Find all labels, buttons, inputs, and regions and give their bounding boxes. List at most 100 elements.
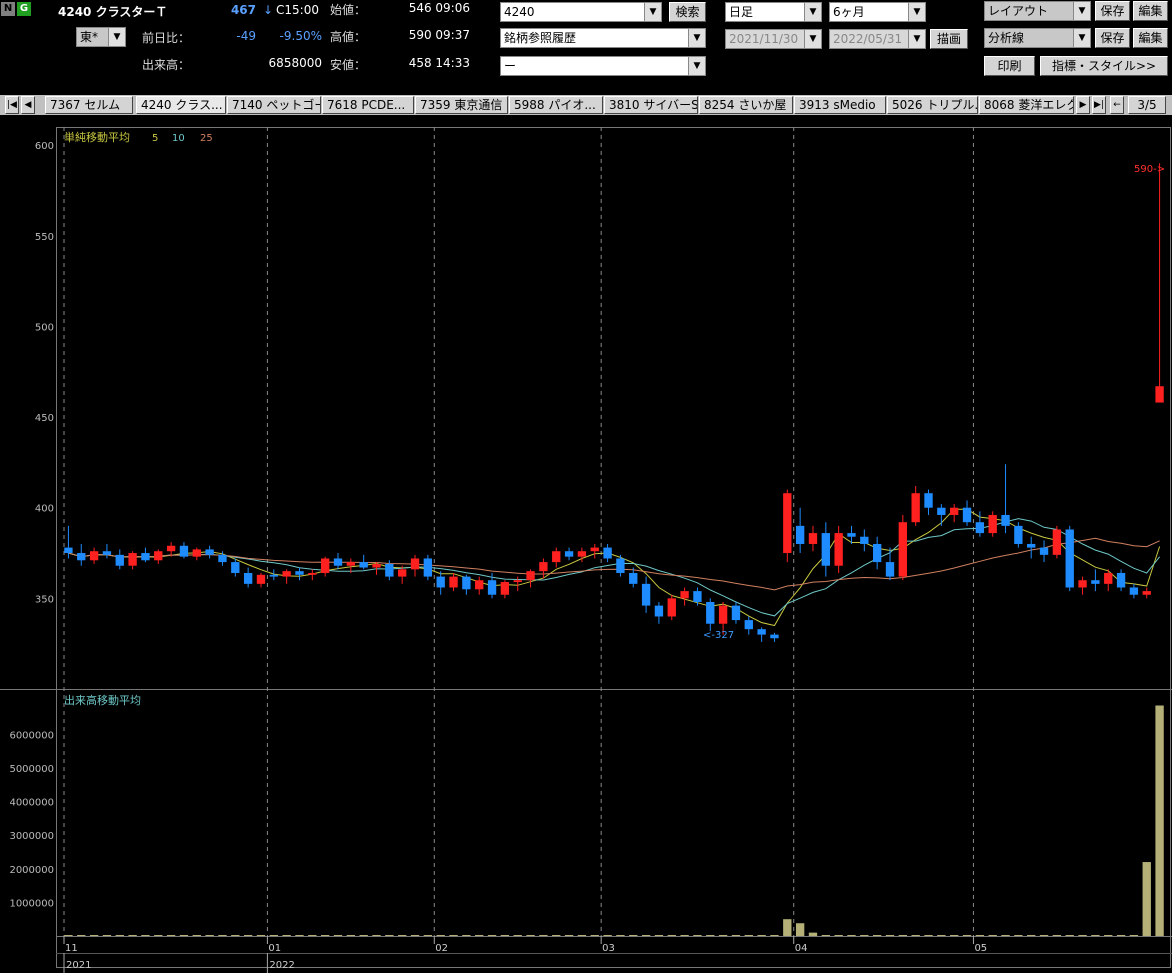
volume-tick-label: 2000000 — [9, 865, 54, 876]
candle-body — [243, 572, 253, 584]
prev-tab-icon[interactable]: ◀ — [21, 96, 35, 114]
volume-tick-label: 1000000 — [9, 898, 54, 909]
candle-body — [706, 601, 715, 624]
candle-body — [680, 591, 689, 599]
volume-bar — [731, 935, 741, 936]
end-date-value: 2022/05/31 — [833, 32, 903, 46]
candle-body — [282, 571, 291, 577]
change-value: -49 — [236, 29, 256, 43]
volume-bar — [462, 935, 471, 936]
first-tab-icon[interactable]: |◀ — [5, 96, 19, 114]
draw-button[interactable]: 描画 — [930, 29, 968, 49]
candle-body — [693, 591, 702, 602]
volume-bar — [359, 935, 368, 936]
chart-legends: 単純移動平均 5 10 25 出来高移動平均 590-> <-327 — [64, 130, 1165, 707]
g-badge[interactable]: G — [17, 2, 31, 16]
tab-5[interactable]: 5988 パイオ... — [509, 96, 603, 114]
volume-legend-label: 出来高移動平均 — [64, 693, 141, 707]
price-arrow-icon: ↓ — [263, 3, 274, 17]
price-chart[interactable]: 600 550 500 450 400 350 6000000 5000000 4000000… — [0, 124, 1172, 973]
low-marker: <-327 — [703, 630, 734, 641]
volume-bar — [1065, 935, 1074, 936]
symbol-title: 4240 クラスターＴ — [58, 5, 168, 19]
candle-body — [423, 558, 433, 577]
candle-body — [333, 558, 343, 566]
candle-body — [89, 551, 99, 561]
volume-tick-label: 3000000 — [9, 831, 54, 842]
last-tab-icon[interactable]: ▶| — [1092, 96, 1106, 114]
volume-bar — [256, 935, 266, 936]
history-select[interactable]: 銘柄参照履歴 ▼ — [500, 28, 706, 48]
candle-body — [385, 563, 394, 577]
tab-7[interactable]: 8254 さいか屋 — [699, 96, 793, 114]
range-select[interactable]: 6ヶ月 ▼ — [829, 2, 926, 22]
candle-body — [256, 574, 266, 584]
analysis-save-button[interactable]: 保存 — [1095, 28, 1130, 48]
tab-3[interactable]: 7618 PCDE... — [322, 96, 414, 114]
volume-bar — [1129, 935, 1139, 936]
tab-4[interactable]: 7359 東京通信 — [415, 96, 508, 114]
candle-body — [654, 605, 664, 617]
interval-select-value: 日足 — [729, 5, 754, 19]
tab-0[interactable]: 7367 セルム — [45, 96, 133, 114]
analysis-select[interactable]: 分析線 ▼ — [984, 28, 1091, 48]
candle-body — [475, 580, 484, 590]
tab-10[interactable]: 8068 菱洋エレク — [979, 96, 1074, 114]
code-input[interactable]: 4240 ▼ — [500, 2, 662, 22]
tab-1[interactable]: 4240 クラス... — [136, 96, 226, 114]
volume-bar — [718, 935, 728, 936]
change-pct: -9.50% — [279, 29, 322, 43]
layout-edit-button[interactable]: 編集 — [1133, 1, 1168, 21]
interval-select[interactable]: 日足 ▼ — [725, 2, 822, 22]
search-button[interactable]: 検索 — [669, 2, 706, 22]
indicator-style-button[interactable]: 指標・スタイル>> — [1040, 56, 1168, 76]
tab-2[interactable]: 7140 ペットゴー — [227, 96, 321, 114]
candle-body — [988, 514, 997, 534]
candle-body — [898, 522, 908, 577]
volume-bar — [667, 935, 676, 936]
market-select[interactable]: 東* ▼ — [76, 27, 126, 47]
candle-body — [1116, 572, 1126, 588]
volume-bar — [1052, 935, 1062, 936]
layout-save-button[interactable]: 保存 — [1095, 1, 1130, 21]
volume-bar — [539, 935, 548, 936]
candle-body — [154, 551, 163, 561]
sub-select[interactable]: ー ▼ — [500, 56, 706, 76]
volume-bar — [526, 935, 535, 936]
candle-body — [564, 551, 574, 557]
tab-8[interactable]: 3913 sMedio — [794, 96, 886, 114]
price-tick-label: 350 — [35, 594, 54, 605]
volume-bar — [821, 935, 830, 936]
volume-bar — [282, 935, 291, 936]
month-label: 02 — [435, 943, 448, 954]
candle-body — [1104, 572, 1113, 584]
market-select-value: 東* — [80, 30, 99, 44]
candle-body — [141, 553, 150, 561]
analysis-edit-button[interactable]: 編集 — [1133, 28, 1168, 48]
volume-bar — [1039, 935, 1049, 936]
next-tab-icon[interactable]: ▶ — [1076, 96, 1090, 114]
candle-body — [231, 562, 240, 573]
start-date-input[interactable]: 2021/11/30 ▼ — [725, 29, 822, 49]
candle-body — [1052, 529, 1062, 555]
layout-select[interactable]: レイアウト ▼ — [984, 1, 1091, 21]
volume-bar — [398, 935, 407, 936]
volume-bar — [205, 935, 214, 936]
candle-body — [847, 533, 856, 537]
symbol-tab-bar: |◀ ◀ 7367 セルム 4240 クラス... 7140 ペットゴー 761… — [0, 95, 1172, 115]
candle-body — [372, 563, 381, 568]
low-label: 安値： — [330, 58, 367, 72]
volume-bar — [1078, 935, 1087, 936]
candle-body — [1091, 580, 1100, 584]
candle-body — [962, 507, 972, 523]
candle-body — [1155, 386, 1164, 403]
tab-6[interactable]: 3810 サイバーS — [604, 96, 698, 114]
print-button[interactable]: 印刷 — [984, 56, 1035, 76]
n-badge[interactable]: N — [1, 2, 15, 16]
volume-bar — [192, 935, 201, 936]
candle-body — [526, 571, 535, 581]
back-arrow-icon[interactable]: ← — [1110, 96, 1124, 114]
end-date-input[interactable]: 2022/05/31 ▼ — [829, 29, 926, 49]
tab-9[interactable]: 5026 トリプル... — [887, 96, 978, 114]
volume-bar — [308, 935, 317, 936]
